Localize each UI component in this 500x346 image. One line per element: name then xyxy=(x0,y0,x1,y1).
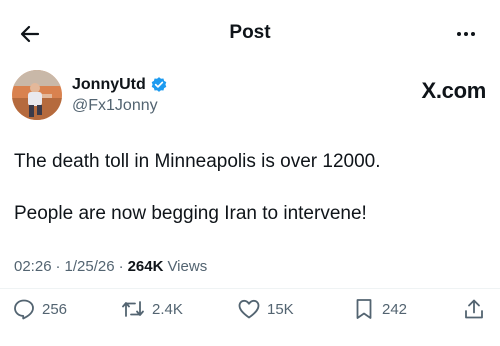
post-text-line: People are now begging Iran to intervene… xyxy=(14,203,367,224)
top-bar: Post xyxy=(0,0,500,66)
like-count: 15K xyxy=(267,300,294,318)
bookmark-button[interactable]: 242 xyxy=(352,297,407,321)
reply-count: 256 xyxy=(42,300,68,318)
reply-icon xyxy=(14,299,34,320)
views-count[interactable]: 264K xyxy=(128,258,164,275)
more-button[interactable] xyxy=(450,18,482,50)
verified-badge-icon xyxy=(150,76,168,94)
share-icon xyxy=(465,299,483,319)
bookmark-icon xyxy=(356,299,372,319)
post-text: The death toll in Minneapolis is over 12… xyxy=(14,150,486,226)
like-icon xyxy=(238,299,260,319)
repost-button[interactable]: 2.4K xyxy=(120,297,183,321)
source-watermark: X.com xyxy=(421,78,486,103)
post-time[interactable]: 02:26 xyxy=(14,258,52,275)
share-button[interactable] xyxy=(462,297,486,321)
like-button[interactable]: 15K xyxy=(237,297,294,321)
display-name[interactable]: JonnyUtd xyxy=(72,76,146,94)
reply-button[interactable]: 256 xyxy=(12,297,67,321)
post-text-line: The death toll in Minneapolis is over 12… xyxy=(14,151,381,172)
repost-count: 2.4K xyxy=(152,300,183,318)
separator-dot: · xyxy=(118,258,124,275)
bookmark-count: 242 xyxy=(382,300,408,318)
more-icon xyxy=(457,32,475,36)
views-label: Views xyxy=(167,258,208,275)
author-row: JonnyUtd @Fx1Jonny X.com xyxy=(12,70,488,120)
post-date[interactable]: 1/25/26 xyxy=(65,258,115,275)
page-title: Post xyxy=(229,22,271,43)
action-bar: 256 2.4K 15K 242 xyxy=(0,288,500,328)
separator-dot: · xyxy=(55,258,61,275)
avatar[interactable] xyxy=(12,70,62,120)
user-handle[interactable]: @Fx1Jonny xyxy=(72,97,158,115)
post-meta: 02:26 · 1/25/26 · 264K Views xyxy=(14,258,207,275)
repost-icon xyxy=(122,301,144,317)
